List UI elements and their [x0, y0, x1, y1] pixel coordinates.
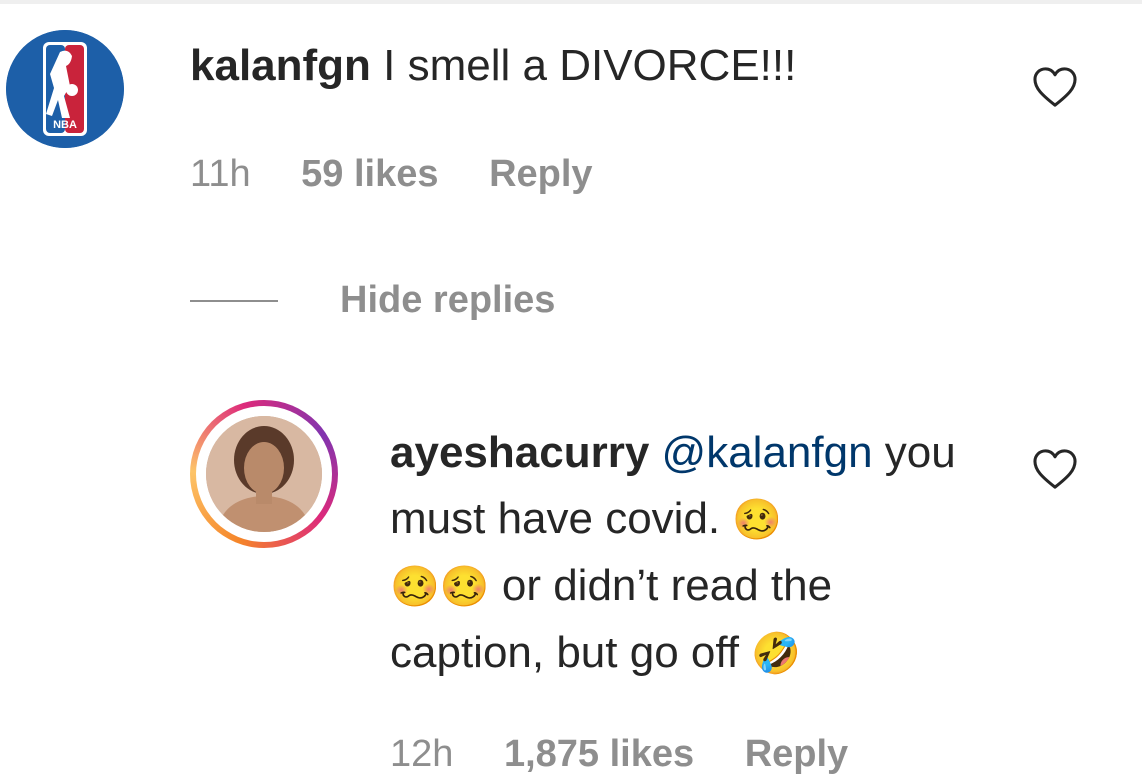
hide-replies-line: [190, 300, 278, 302]
reply-time[interactable]: 12h: [390, 733, 453, 775]
nba-logo-icon: NBA: [6, 30, 124, 148]
avatar-ayeshacurry[interactable]: [190, 400, 338, 548]
avatar-kalanfgn[interactable]: NBA: [6, 30, 124, 148]
reply-text: ayeshacurry @kalanfgn you must have covi…: [390, 420, 990, 687]
reply-like-heart-icon[interactable]: [1032, 448, 1078, 490]
reply-likes[interactable]: 1,875 likes: [504, 733, 694, 775]
reply-mention-link[interactable]: @kalanfgn: [662, 428, 873, 477]
woozy-face-emoji: 🥴: [390, 564, 440, 610]
comment-likes[interactable]: 59 likes: [301, 153, 438, 195]
woozy-face-emoji: 🥴: [732, 497, 783, 543]
comment-body: I smell a DIVORCE!!!: [383, 41, 797, 90]
top-divider: [0, 0, 1142, 4]
reply-reply-button[interactable]: Reply: [745, 733, 848, 775]
comment-meta: 11h 59 likes Reply: [190, 150, 633, 198]
reply-username[interactable]: ayeshacurry: [390, 428, 649, 477]
comment-text: kalanfgn I smell a DIVORCE!!!: [190, 38, 796, 94]
hide-replies-button[interactable]: Hide replies: [340, 276, 555, 324]
reply-meta: 12h 1,875 likes Reply: [390, 730, 888, 778]
comment-reply-button[interactable]: Reply: [489, 153, 592, 195]
nba-logo-text: NBA: [53, 119, 77, 131]
comment-time[interactable]: 11h: [190, 153, 251, 195]
rofl-emoji: 🤣: [751, 631, 802, 677]
comment-username[interactable]: kalanfgn: [190, 41, 371, 90]
like-heart-icon[interactable]: [1032, 66, 1078, 108]
profile-photo: [206, 416, 322, 532]
woozy-face-emoji: 🥴: [439, 564, 490, 610]
